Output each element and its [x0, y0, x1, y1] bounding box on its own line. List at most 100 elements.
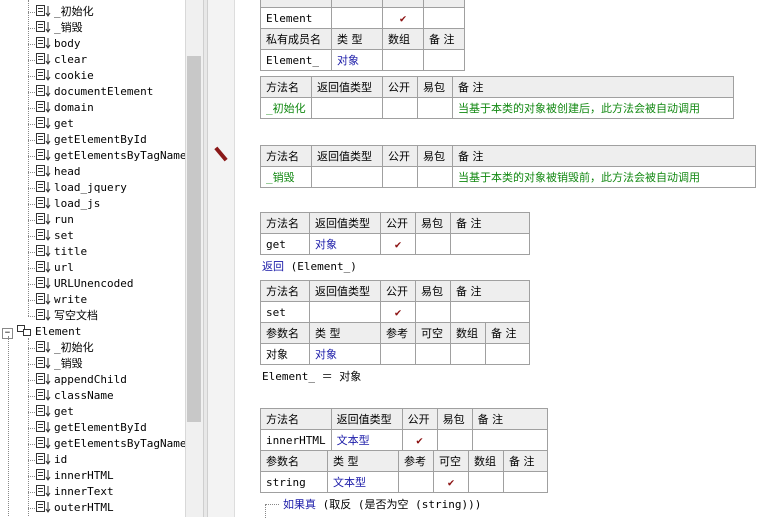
tree-method-item[interactable]: clear — [36, 52, 87, 68]
tree-item-label: load_jquery — [54, 181, 127, 194]
tree-method-item[interactable]: domain — [36, 100, 94, 116]
tree-branch-line — [28, 188, 35, 189]
tree-branch-line — [28, 124, 35, 125]
tree-method-item[interactable]: getElementById — [36, 132, 147, 148]
method-table-set: 方法名 返回值类型 公开 易包备 注 set ✔ — [260, 280, 530, 323]
method-name-cell[interactable]: set — [260, 301, 310, 323]
tree-branch-line — [28, 140, 35, 141]
method-icon — [36, 165, 52, 177]
method-note-cell[interactable]: 当基于本类的对象被创建后，此方法会被自动调用 — [452, 97, 734, 119]
tree-item-label: set — [54, 229, 74, 242]
method-name-cell[interactable]: get — [260, 233, 310, 255]
tree-method-item[interactable]: innerText — [36, 484, 114, 500]
tree-branch-line — [28, 220, 35, 221]
tree-branch-line — [28, 156, 35, 157]
return-type-cell[interactable]: 文本型 — [330, 429, 403, 451]
tree-item-label: _销毁 — [54, 21, 83, 34]
tree-item-label: title — [54, 245, 88, 258]
tree-method-item[interactable]: get — [36, 404, 74, 420]
tree-method-item[interactable]: 写空文档 — [36, 308, 98, 324]
method-icon — [36, 389, 52, 401]
tree-item-label: getElementById — [54, 133, 147, 146]
tree-branch-line — [28, 28, 35, 29]
tree-method-item[interactable]: _初始化 — [36, 340, 94, 356]
tree-branch-line — [28, 300, 35, 301]
tree-branch-line — [28, 428, 35, 429]
tree-item-label: innerText — [54, 485, 114, 498]
param-type-cell[interactable]: 文本型 — [327, 471, 399, 493]
tree-method-item[interactable]: run — [36, 212, 74, 228]
tree-branch-line — [28, 364, 35, 365]
flow-guide — [265, 504, 279, 505]
tree-item-label: get — [54, 117, 74, 130]
param-type-cell[interactable]: 对象 — [309, 343, 381, 365]
tree-method-item[interactable]: set — [36, 228, 74, 244]
method-name-cell[interactable]: _初始化 — [260, 97, 312, 119]
tree-branch-line — [28, 508, 35, 509]
return-type-cell[interactable]: 对象 — [309, 233, 381, 255]
tree-method-item[interactable]: className — [36, 388, 114, 404]
class-name-cell[interactable]: Element — [260, 7, 332, 29]
tree-method-item[interactable]: load_js — [36, 196, 100, 212]
param-name-cell[interactable]: string — [260, 471, 328, 493]
param-name-cell[interactable]: 对象 — [260, 343, 310, 365]
tree-item-label: 写空文档 — [54, 309, 98, 322]
tree-method-item[interactable]: URLUnencoded — [36, 276, 133, 292]
class-icon — [17, 325, 33, 337]
tree-method-item[interactable]: write — [36, 292, 87, 308]
editor-gutter — [208, 0, 235, 517]
tree-method-item[interactable]: _销毁 — [36, 20, 83, 36]
tree-method-item[interactable]: _初始化 — [36, 4, 94, 20]
code-editor[interactable]: Element ✔ 私有成员名类 型数组备 注 Element_ 对象 方法名 返回值… — [235, 0, 775, 518]
tree-scrollbar-thumb[interactable] — [187, 56, 201, 422]
tree-branch-line — [28, 396, 35, 397]
return-statement[interactable]: 返回 (Element_) — [262, 258, 357, 274]
tree-item-label: _销毁 — [54, 357, 83, 370]
tree-method-item[interactable]: body — [36, 36, 81, 52]
tree-class-node[interactable]: − Element — [2, 324, 81, 340]
method-icon — [36, 229, 52, 241]
tree-method-item[interactable]: title — [36, 244, 87, 260]
member-name-cell[interactable]: Element_ — [260, 49, 332, 71]
method-table-get: 方法名 返回值类型 公开 易包备 注 get 对象 ✔ — [260, 212, 530, 255]
flow-guide — [265, 504, 266, 518]
tree-item-label: get — [54, 405, 74, 418]
tree-method-item[interactable]: getElementsByTagName — [36, 436, 185, 452]
tree-item-label: _初始化 — [54, 5, 94, 18]
tree-branch-line — [28, 92, 35, 93]
tree-method-item[interactable]: cookie — [36, 68, 94, 84]
if-statement[interactable]: 如果真 (取反 (是否为空 (string))) — [283, 496, 481, 512]
member-type-cell[interactable]: 对象 — [331, 49, 383, 71]
method-name-cell[interactable]: innerHTML — [260, 429, 332, 451]
tree-scrollbar[interactable] — [185, 0, 203, 517]
tree-item-label: _初始化 — [54, 341, 94, 354]
assignment-statement[interactable]: Element_ ＝ 对象 — [262, 368, 361, 384]
method-icon — [36, 101, 52, 113]
tree-method-item[interactable]: head — [36, 164, 81, 180]
tree-branch-line — [28, 348, 35, 349]
method-table-destroy: 方法名 返回值类型 公开 易包备 注 _销毁 当基于本类的对象被销毁前，此方法会被自动调… — [260, 145, 756, 188]
tree-branch-line — [28, 284, 35, 285]
tree-method-item[interactable]: url — [36, 260, 74, 276]
tree-method-item[interactable]: getElementById — [36, 420, 147, 436]
tree-method-item[interactable]: innerHTML — [36, 468, 114, 484]
tree-branch-line — [28, 268, 35, 269]
tree-method-item[interactable]: documentElement — [36, 84, 153, 100]
method-icon — [36, 69, 52, 81]
tree-method-item[interactable]: load_jquery — [36, 180, 127, 196]
tree-branch-line — [28, 44, 35, 45]
tree-method-item[interactable]: outerHTML — [36, 500, 114, 516]
tree-method-item[interactable]: appendChild — [36, 372, 127, 388]
tree-method-item[interactable]: id — [36, 452, 67, 468]
tree-item-label: getElementsByTagName — [54, 149, 185, 162]
method-name-cell[interactable]: _销毁 — [260, 166, 312, 188]
tree-method-item[interactable]: get — [36, 116, 74, 132]
tree-item-label: outerHTML — [54, 501, 114, 514]
method-icon — [36, 453, 52, 465]
tree-method-item[interactable]: _销毁 — [36, 356, 83, 372]
tree-method-item[interactable]: getElementsByTagName — [36, 148, 185, 164]
method-note-cell[interactable]: 当基于本类的对象被销毁前，此方法会被自动调用 — [452, 166, 756, 188]
tree-branch-line — [28, 252, 35, 253]
tree-branch-line — [28, 76, 35, 77]
method-table-init: 方法名 返回值类型 公开 易包备 注 _初始化 当基于本类的对象被创建后，此方法会被自动… — [260, 76, 734, 119]
